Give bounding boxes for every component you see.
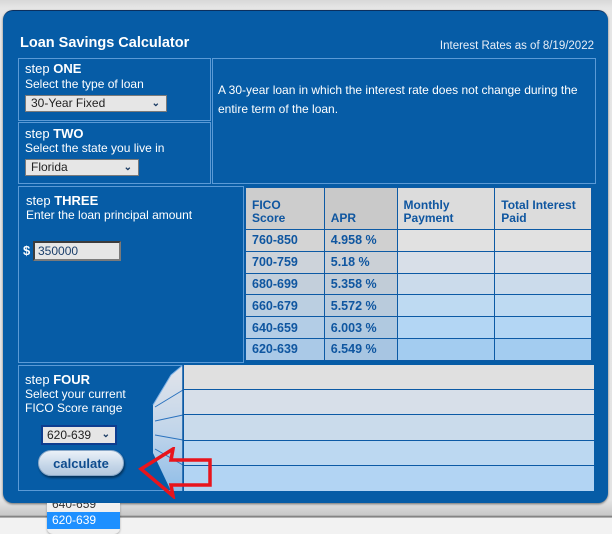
header-total-interest: Total Interest Paid [494, 187, 592, 230]
header-fico-score: FICO Score [245, 187, 325, 230]
fico-dropdown-list[interactable]: 640-659 620-639 [47, 503, 120, 534]
cell-fico: 640-659 [245, 316, 325, 339]
fico-range-select[interactable]: 620-639 ⌄ [41, 425, 117, 445]
cell-total [494, 337, 592, 361]
table-row: 620-639 6.549 % [245, 337, 592, 361]
cell-monthly [396, 337, 496, 361]
cell-monthly [396, 250, 496, 274]
cell-apr: 5.358 % [323, 272, 398, 296]
fico-range-value: 620-639 [47, 428, 92, 442]
chevron-down-icon: ⌄ [151, 98, 160, 109]
cell-monthly [396, 316, 496, 339]
loan-type-select[interactable]: 30-Year Fixed ⌄ [25, 95, 167, 112]
table-header-row: FICO Score APR Monthly Payment Total Inter… [245, 187, 592, 230]
cell-monthly [396, 229, 496, 252]
cell-fico: 700-759 [245, 250, 325, 274]
step-number: FOUR [53, 372, 91, 387]
cell-apr: 6.003 % [323, 316, 398, 339]
cell-total [494, 250, 592, 274]
results-grid [183, 365, 594, 491]
cell-fico: 680-699 [245, 272, 325, 296]
table-row: 760-850 4.958 % [245, 229, 592, 252]
cell-fico: 760-850 [245, 229, 325, 252]
results-row [184, 440, 594, 466]
cell-apr: 5.18 % [323, 250, 398, 274]
principal-input[interactable]: 350000 [33, 241, 121, 261]
step-prefix: step [25, 61, 50, 76]
step-four-instruction-2: FICO Score range [25, 401, 123, 415]
cell-total [494, 316, 592, 339]
chevron-down-icon: ⌄ [123, 162, 132, 173]
step-two-label: step TWO [25, 126, 84, 141]
cell-apr: 6.549 % [323, 337, 398, 361]
cell-total [494, 229, 592, 252]
chevron-down-icon: ⌄ [101, 429, 110, 440]
state-value: Florida [31, 160, 68, 174]
step-number: TWO [53, 126, 84, 141]
cell-apr: 5.572 % [323, 294, 398, 318]
step-prefix: step [26, 193, 51, 208]
results-row [184, 365, 594, 391]
results-row [184, 415, 594, 441]
loan-type-value: 30-Year Fixed [31, 96, 106, 110]
dropdown-option-selected[interactable]: 620-639 [47, 512, 120, 529]
rates-date: Interest Rates as of 8/19/2022 [439, 40, 594, 52]
header-monthly-payment: Monthly Payment [396, 187, 496, 230]
calculate-button[interactable]: calculate [38, 450, 124, 476]
cell-monthly [396, 272, 496, 296]
table-row: 700-759 5.18 % [245, 250, 592, 274]
table-row: 660-679 5.572 % [245, 294, 592, 318]
step-one-label: step ONE [25, 61, 81, 76]
results-row [184, 390, 594, 416]
loan-description: A 30-year loan in which the interest rat… [218, 83, 578, 116]
step-prefix: step [25, 126, 50, 141]
step-number: THREE [54, 193, 99, 208]
cell-total [494, 294, 592, 318]
step-number: ONE [53, 61, 82, 76]
rates-table: FICO Score APR Monthly Payment Total Inter… [245, 187, 592, 361]
step-one-instruction: Select the type of loan [25, 77, 144, 91]
step-three-label: step THREE [26, 193, 98, 208]
state-select[interactable]: Florida ⌄ [25, 159, 139, 176]
cell-monthly [396, 294, 496, 318]
step-four-instruction-1: Select your current [25, 387, 126, 401]
red-arrow-annotation-icon [138, 447, 212, 499]
table-row: 640-659 6.003 % [245, 316, 592, 339]
step-three-box: step THREE Enter the loan principal amou… [18, 186, 244, 363]
step-three-instruction: Enter the loan principal amount [26, 208, 193, 222]
header-apr: APR [323, 187, 398, 230]
step-four-label: step FOUR [25, 372, 90, 387]
cell-fico: 660-679 [245, 294, 325, 318]
loan-description-box: A 30-year loan in which the interest rat… [212, 58, 596, 184]
cell-total [494, 272, 592, 296]
step-two-instruction: Select the state you live in [25, 141, 165, 155]
results-row [184, 465, 594, 491]
page-title: Loan Savings Calculator [20, 35, 190, 51]
cell-apr: 4.958 % [323, 229, 398, 252]
cell-fico: 620-639 [245, 337, 325, 361]
table-row: 680-699 5.358 % [245, 272, 592, 296]
dropdown-option[interactable]: 640-659 [47, 503, 120, 512]
step-prefix: step [25, 372, 50, 387]
currency-symbol: $ [23, 243, 31, 258]
